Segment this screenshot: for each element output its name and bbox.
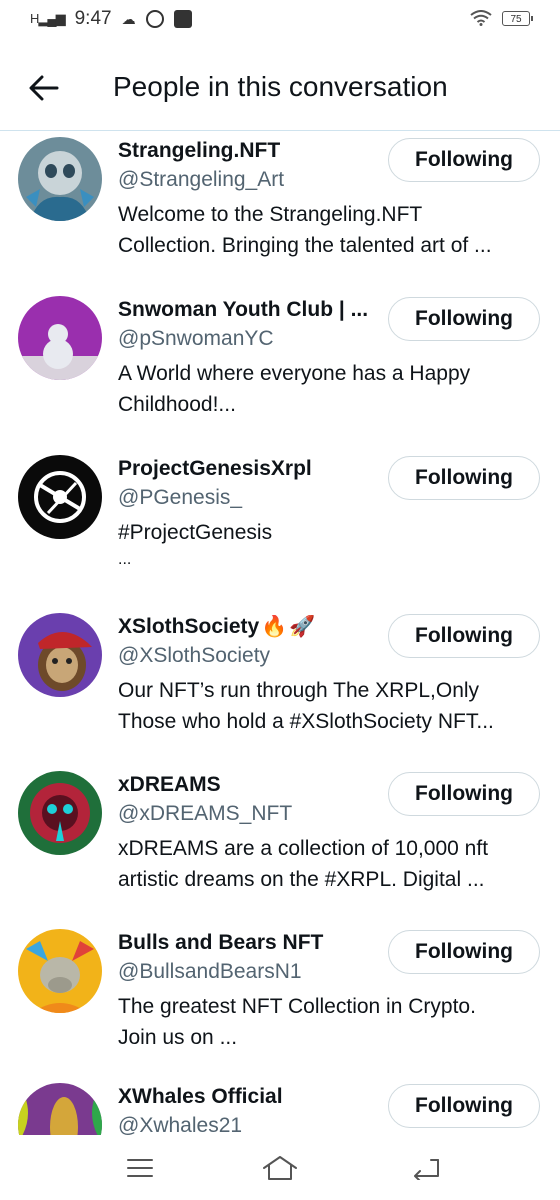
home-button[interactable] (260, 1151, 300, 1185)
person-name-text: XSlothSociety (118, 615, 260, 638)
bio-line: The greatest NFT Collection in Crypto. (118, 995, 476, 1018)
status-time: 9:47 (74, 8, 112, 29)
person-bio: Welcome to the Strangeling.NFT Collectio… (118, 199, 546, 261)
person-name: ProjectGenesisXrpl (118, 457, 312, 480)
status-right: 75 (470, 10, 533, 26)
fire-emoji: 🔥 (261, 615, 288, 639)
following-button[interactable]: Following (388, 138, 540, 182)
people-list[interactable]: Strangeling.NFT @Strangeling_Art Welcome… (0, 131, 560, 1135)
person-name: XSlothSociety 🔥 🚀 (118, 615, 380, 639)
list-item-bullsandbears[interactable]: Bulls and Bears NFT @BullsandBearsN1 The… (0, 923, 560, 1081)
page-title: People in this conversation (113, 71, 448, 102)
system-nav-bar (0, 1135, 560, 1200)
system-back-button[interactable] (406, 1151, 446, 1185)
signal-icon: H▂▄▆ (30, 11, 66, 26)
bio-line: xDREAMS are a collection of 10,000 nft (118, 837, 489, 860)
bio-line: A World where everyone has a Happy (118, 362, 471, 385)
list-item-xdreams[interactable]: xDREAMS @xDREAMS_NFT xDREAMS are a colle… (0, 765, 560, 923)
menu-button[interactable] (120, 1151, 160, 1185)
bio-line: #ProjectGenesis (118, 521, 273, 544)
person-bio: #ProjectGenesis ... (118, 517, 546, 572)
name-emoji: 🔥 🚀 (261, 615, 315, 639)
bio-line: Collection. Bringing the talented art of… (118, 234, 492, 257)
bio-line: Welcome to the Strangeling.NFT (118, 203, 423, 226)
back-icon (414, 1159, 439, 1180)
rocket-emoji: 🚀 (289, 615, 316, 639)
person-handle: @pSnwomanYC (118, 327, 274, 350)
status-left: H▂▄▆ 9:47 ☁ (30, 8, 192, 30)
following-button[interactable]: Following (388, 930, 540, 974)
following-button[interactable]: Following (388, 297, 540, 341)
wifi-icon (470, 10, 492, 26)
avatar[interactable] (18, 137, 102, 221)
app-header: People in this conversation (0, 44, 560, 131)
facebook-icon (173, 10, 192, 28)
telegram-icon (145, 10, 164, 28)
person-name: xDREAMS (118, 773, 221, 796)
person-bio: A World where everyone has a Happy Child… (118, 358, 546, 420)
following-button[interactable]: Following (388, 1084, 540, 1128)
battery-icon: 75 (502, 10, 533, 26)
avatar[interactable] (18, 771, 102, 855)
following-button[interactable]: Following (388, 456, 540, 500)
avatar[interactable] (18, 929, 102, 1013)
following-button[interactable]: Following (388, 772, 540, 816)
person-bio: Our NFT’s run through The XRPL,Only Thos… (118, 675, 546, 737)
following-button[interactable]: Following (388, 614, 540, 658)
avatar[interactable] (18, 296, 102, 380)
person-name: XWhales Official (118, 1085, 283, 1108)
bio-line: Those who hold a #XSlothSociety NFT... (118, 710, 494, 733)
person-handle: @xDREAMS_NFT (118, 802, 293, 825)
person-bio: The greatest NFT Collection in Crypto. J… (118, 991, 546, 1053)
avatar[interactable] (18, 613, 102, 697)
person-handle: @XSlothSociety (118, 644, 271, 667)
person-bio: xDREAMS are a collection of 10,000 nft a… (118, 833, 546, 895)
person-handle: @BullsandBearsN1 (118, 960, 302, 983)
home-icon (263, 1156, 297, 1180)
bio-line: Childhood!... (118, 393, 236, 416)
back-button[interactable] (24, 68, 64, 108)
list-item-xwhales[interactable]: XWhales Official @Xwhales21 Following (0, 1077, 560, 1135)
notification-icon: ☁ (121, 10, 136, 27)
person-name: Snwoman Youth Club | ... (118, 298, 369, 321)
bio-line: ... (118, 551, 132, 568)
list-item-projectgenesis[interactable]: ProjectGenesisXrpl @PGenesis_ #ProjectGe… (0, 449, 560, 607)
avatar[interactable] (18, 455, 102, 539)
person-name: Strangeling.NFT (118, 139, 281, 162)
person-name: Bulls and Bears NFT (118, 931, 324, 954)
bio-line: artistic dreams on the #XRPL. Digital ..… (118, 868, 485, 891)
arrow-left-icon (29, 75, 59, 101)
person-handle: @Strangeling_Art (118, 168, 285, 191)
person-handle: @PGenesis_ (118, 486, 243, 509)
list-item-snwoman[interactable]: Snwoman Youth Club | ... @pSnwomanYC A W… (0, 290, 560, 448)
avatar[interactable] (18, 1083, 102, 1135)
bio-line: Join us on ... (118, 1026, 238, 1049)
menu-icon (127, 1159, 153, 1177)
person-handle: @Xwhales21 (118, 1114, 243, 1135)
bio-line: Our NFT’s run through The XRPL,Only (118, 679, 480, 702)
status-bar: H▂▄▆ 9:47 ☁ 75 (0, 0, 560, 44)
list-item-strangeling[interactable]: Strangeling.NFT @Strangeling_Art Welcome… (0, 131, 560, 289)
list-item-xslothsociety[interactable]: XSlothSociety 🔥 🚀 @XSlothSociety Our NFT’s… (0, 607, 560, 765)
